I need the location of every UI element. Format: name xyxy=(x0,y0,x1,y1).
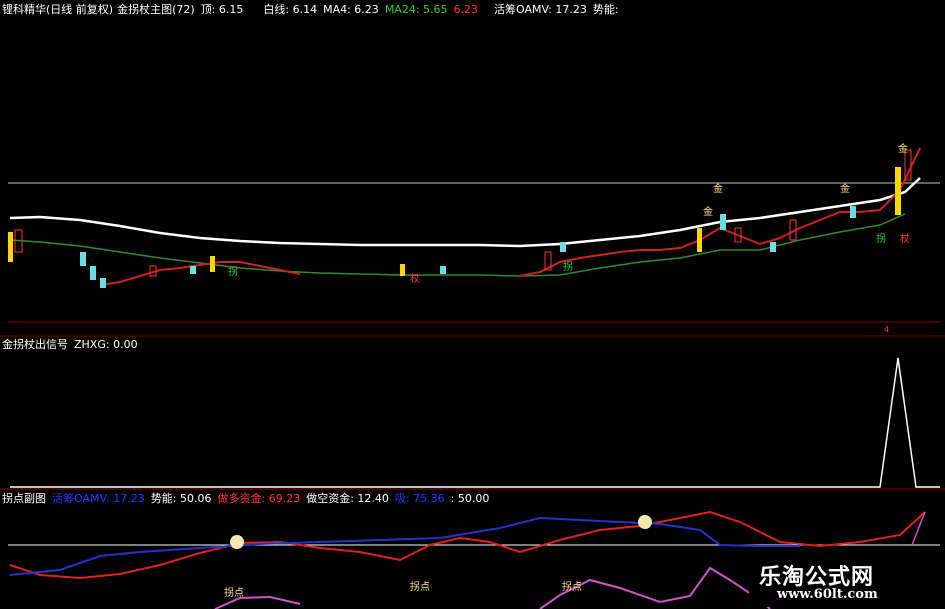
crutch-marker: 拐 xyxy=(876,234,886,245)
gold-marker: 金 xyxy=(703,207,713,218)
watermark: 乐淘公式网 www.60lt.com xyxy=(749,555,939,607)
gold-marker: 金 xyxy=(840,184,850,195)
watermark-url: www.60lt.com xyxy=(777,587,878,602)
smiley-icon xyxy=(230,535,244,549)
zhxg-spike xyxy=(10,357,940,488)
stick-marker: 杖 xyxy=(410,274,420,285)
candle xyxy=(80,252,86,266)
candle xyxy=(440,266,446,274)
gold-marker: 金 xyxy=(713,184,723,195)
turn-point-label: 拐点 xyxy=(224,588,244,599)
oamv-line xyxy=(9,516,800,576)
chart-canvas xyxy=(0,147,945,609)
turn-point-label: 拐点 xyxy=(410,582,430,593)
turn-point-label: 拐点 xyxy=(562,582,582,593)
candle xyxy=(210,256,215,272)
crutch-marker: 拐 xyxy=(563,262,573,273)
candle xyxy=(90,266,96,280)
candle xyxy=(770,242,776,252)
candle xyxy=(560,242,566,252)
candle xyxy=(190,266,196,274)
candle xyxy=(720,214,726,230)
candle xyxy=(8,232,13,262)
candle xyxy=(100,278,106,288)
gold-marker: 金 xyxy=(898,144,908,155)
stick-marker: 杖 xyxy=(900,234,910,245)
ma4-line xyxy=(99,261,301,286)
candle xyxy=(850,206,856,218)
candle xyxy=(400,264,405,276)
candle xyxy=(895,167,901,215)
smiley-icon xyxy=(638,515,652,529)
ma4-line-right xyxy=(519,147,921,277)
small-marker: 4 xyxy=(884,325,890,334)
candle xyxy=(697,228,702,252)
crutch-marker: 拐 xyxy=(228,267,238,278)
